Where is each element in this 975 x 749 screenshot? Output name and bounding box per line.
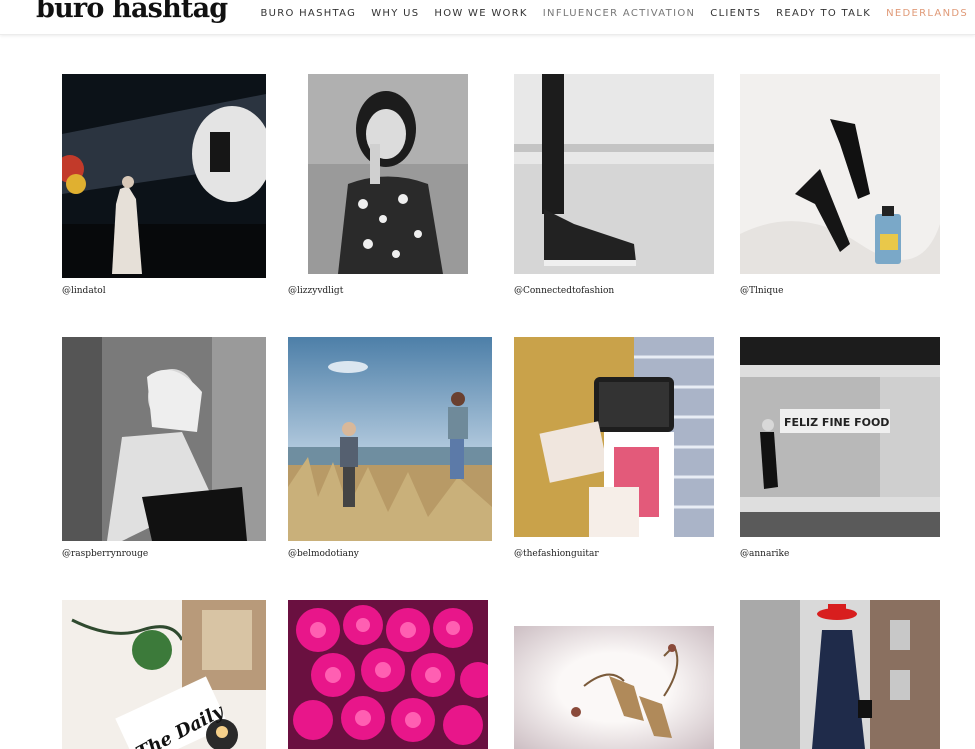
gallery-tile: FELIZ FINE FOOD @annarike [740, 337, 946, 567]
influencer-handle[interactable]: @lindatol [62, 286, 106, 296]
gallery-tile: @Connectedtofashion [514, 74, 720, 304]
storefront-sign-text: FELIZ FINE FOOD [784, 416, 890, 429]
photo-runway[interactable] [62, 74, 266, 278]
gallery-tile: @Tlnique [740, 74, 946, 304]
gallery-tile: @lindatol [62, 74, 268, 304]
site-header: buro hashtag BURO HASHTAG WHY US HOW WE … [0, 0, 975, 35]
gallery-tile [514, 626, 720, 749]
photo-heels-perfume[interactable] [740, 74, 940, 274]
nav-item-ready-to-talk[interactable]: READY TO TALK [776, 8, 871, 19]
gallery-tile: The Daily [62, 600, 268, 749]
gallery-tile: @belmodotiany [288, 337, 494, 567]
influencer-handle[interactable]: @Tlnique [740, 286, 783, 296]
influencer-handle[interactable]: @lizzyvdligt [288, 286, 343, 296]
photo-pink-roses[interactable] [288, 600, 488, 749]
influencer-handle[interactable]: @Connectedtofashion [514, 286, 614, 296]
gallery-tile: @lizzyvdligt [288, 74, 494, 304]
nav-item-how-we-work[interactable]: HOW WE WORK [434, 8, 527, 19]
gallery-tile [288, 600, 494, 749]
influencer-handle[interactable]: @thefashionguitar [514, 549, 599, 559]
photo-bw-portrait-leopard[interactable] [308, 74, 468, 274]
photo-red-hat-street[interactable] [740, 600, 940, 749]
photo-flower-candle[interactable]: The Daily [62, 600, 266, 749]
nav-item-buro-hashtag[interactable]: BURO HASHTAG [260, 8, 356, 19]
main-nav: BURO HASHTAG WHY US HOW WE WORK INFLUENC… [260, 8, 968, 19]
photo-sandals[interactable] [514, 626, 714, 749]
gallery-tile [740, 600, 946, 749]
photo-beach-children[interactable] [288, 337, 492, 541]
gallery-tile: @thefashionguitar [514, 337, 720, 567]
influencer-handle[interactable]: @belmodotiany [288, 549, 359, 559]
nav-item-language-switch[interactable]: NEDERLANDS [886, 8, 968, 19]
gallery-tile: @raspberrynrouge [62, 337, 268, 567]
photo-sneakers[interactable] [514, 74, 714, 274]
influencer-handle[interactable]: @annarike [740, 549, 789, 559]
nav-item-clients[interactable]: CLIENTS [710, 8, 761, 19]
influencer-handle[interactable]: @raspberrynrouge [62, 549, 148, 559]
photo-bag-magazines[interactable] [514, 337, 714, 537]
photo-storefront[interactable]: FELIZ FINE FOOD [740, 337, 940, 537]
nav-item-influencer-activation[interactable]: INFLUENCER ACTIVATION [543, 8, 695, 19]
site-logo[interactable]: buro hashtag [36, 0, 228, 24]
photo-bw-seated-woman[interactable] [62, 337, 266, 541]
nav-item-why-us[interactable]: WHY US [371, 8, 419, 19]
